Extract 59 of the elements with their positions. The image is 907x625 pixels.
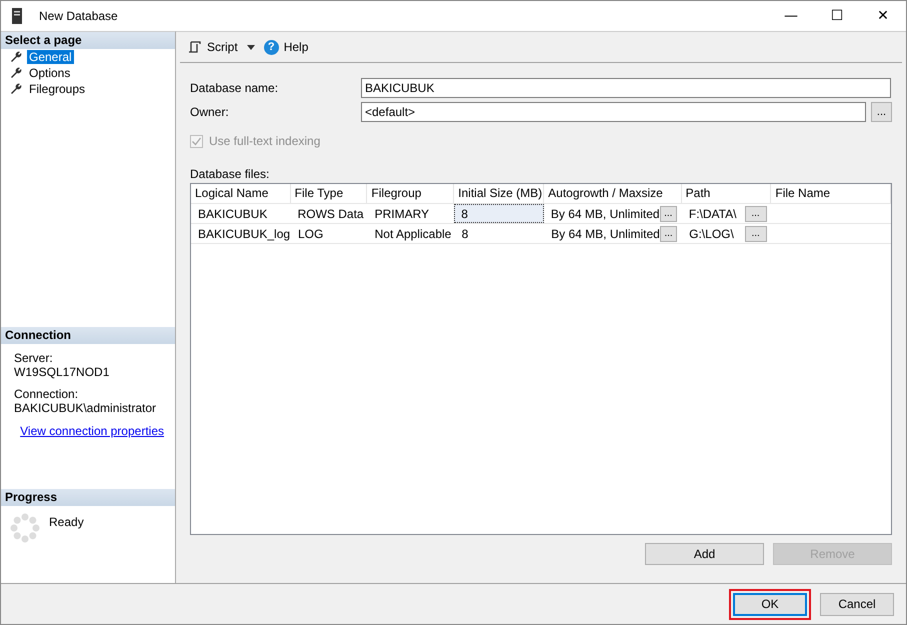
checkbox-label: Use full-text indexing <box>209 134 320 148</box>
wrench-icon <box>10 83 22 95</box>
section-header: Select a page <box>1 32 175 49</box>
script-icon <box>188 40 202 54</box>
connection-name: BAKICUBUK\administrator <box>14 401 158 415</box>
table-cell-text: LOG <box>297 226 324 243</box>
connection-properties-link[interactable]: View connection properties <box>20 424 164 438</box>
page-item[interactable]: Options <box>27 66 72 80</box>
spinner-icon <box>9 512 41 544</box>
table-cell: By 64 MB, Unlimited <box>550 206 660 220</box>
table-cell[interactable]: 8 <box>454 204 544 223</box>
column-header[interactable]: Initial Size (MB) <box>454 184 544 203</box>
column-header[interactable]: Autogrowth / Maxsize <box>544 184 682 203</box>
connection-label: Connection: <box>14 387 80 401</box>
table-cell-text: ROWS Data <box>296 206 365 223</box>
table-cell: F:\DATA\ <box>688 206 736 220</box>
wrench-icon <box>10 51 22 63</box>
table-cell-text: BAKICUBUK_log <box>197 226 291 243</box>
minimize-button[interactable]: — <box>768 1 814 31</box>
table-cell[interactable]: 8 <box>454 224 544 243</box>
field-label: Database name: <box>190 81 280 95</box>
browse-button[interactable]: ... <box>660 226 678 242</box>
maximize-button[interactable]: ☐ <box>814 1 860 31</box>
database-files-label: Database files: <box>190 167 270 181</box>
script-button[interactable]: Script <box>185 38 241 56</box>
browse-button[interactable]: ... <box>871 102 892 122</box>
table-cell: G:\LOG\ <box>689 226 734 240</box>
progress-status: Ready <box>49 515 84 529</box>
table-cell-text: Not Applicable <box>374 226 452 243</box>
wrench-icon <box>10 67 22 79</box>
column-header[interactable]: File Name <box>771 184 891 203</box>
section-header: Progress <box>1 489 175 506</box>
dropdown-arrow-icon[interactable] <box>246 44 255 50</box>
owner-field[interactable]: <default> <box>361 102 866 122</box>
cancel-button[interactable]: Cancel <box>820 592 894 616</box>
add-button[interactable]: Add <box>645 543 764 565</box>
column-header[interactable]: Filegroup <box>367 184 454 203</box>
column-header[interactable]: Path <box>682 184 772 203</box>
close-button[interactable]: ✕ <box>860 1 906 31</box>
server-label: Server: <box>14 351 54 365</box>
ok-button[interactable]: OK <box>733 592 807 616</box>
server-icon <box>11 7 23 25</box>
help-icon: ? <box>264 40 279 54</box>
browse-button[interactable]: ... <box>660 206 677 222</box>
browse-button[interactable]: ... <box>744 206 767 222</box>
field-label: Owner: <box>190 105 230 119</box>
section-header: Connection <box>1 327 175 344</box>
column-header[interactable]: Logical Name <box>191 184 291 203</box>
table-cell-text: PRIMARY <box>374 206 430 223</box>
table-cell: By 64 MB, Unlimited <box>551 226 660 240</box>
database-name-field[interactable]: BAKICUBUK <box>361 78 891 98</box>
page-item[interactable]: Filegroups <box>27 82 88 96</box>
page-item[interactable]: General <box>27 50 74 64</box>
browse-button[interactable]: ... <box>744 226 767 242</box>
table-cell-text: BAKICUBUK <box>197 206 268 223</box>
column-header[interactable]: File Type <box>290 184 368 203</box>
help-button[interactable]: ? Help <box>260 38 312 56</box>
window-title: New Database <box>39 9 118 23</box>
server-name: W19SQL17NOD1 <box>14 365 110 379</box>
